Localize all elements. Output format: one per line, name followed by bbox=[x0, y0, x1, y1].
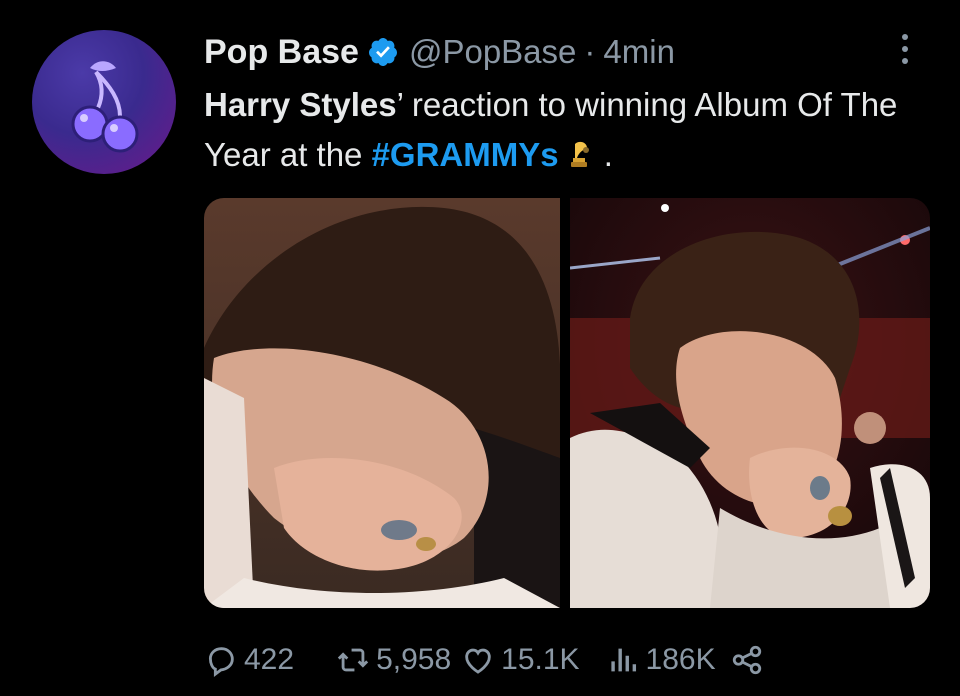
reply-button[interactable]: 422 bbox=[204, 643, 294, 677]
heart-icon bbox=[465, 648, 491, 674]
photo-left[interactable] bbox=[204, 198, 560, 608]
hashtag-link[interactable]: #GRAMMYs bbox=[372, 136, 559, 173]
retweet-button[interactable]: 5,958 bbox=[336, 643, 451, 677]
reply-icon bbox=[208, 647, 234, 677]
separator-dot: · bbox=[584, 33, 596, 70]
avatar[interactable] bbox=[32, 30, 176, 174]
like-count: 15.1K bbox=[501, 643, 580, 676]
text-trailing: . bbox=[594, 136, 613, 173]
share-icon bbox=[732, 645, 761, 675]
gramophone-emoji-icon bbox=[570, 141, 589, 167]
more-options-icon[interactable] bbox=[890, 30, 920, 70]
media-grid bbox=[204, 198, 930, 608]
tweet-text: Harry Styles’ reaction to winning Album … bbox=[204, 80, 944, 180]
like-button[interactable]: 15.1K bbox=[461, 643, 580, 677]
text-bold-name: Harry Styles bbox=[204, 86, 397, 123]
verified-badge-icon bbox=[368, 38, 397, 66]
views-chart-icon bbox=[610, 648, 636, 672]
tweet-header: Pop Base @PopBase · 4min bbox=[204, 28, 675, 76]
photo-right[interactable] bbox=[570, 198, 930, 608]
tweet-actions: 422 5,958 15.1K 186K bbox=[204, 636, 770, 684]
tweet-timestamp[interactable]: 4min bbox=[603, 33, 675, 71]
views-button[interactable]: 186K bbox=[606, 643, 716, 677]
cherries-icon bbox=[71, 61, 139, 153]
author-handle[interactable]: @PopBase bbox=[409, 33, 576, 71]
author-name[interactable]: Pop Base bbox=[204, 33, 359, 72]
retweet-count: 5,958 bbox=[376, 643, 452, 676]
views-count: 186K bbox=[645, 643, 716, 676]
share-button[interactable] bbox=[730, 643, 770, 677]
retweet-icon bbox=[337, 648, 369, 672]
reply-count: 422 bbox=[244, 643, 295, 676]
